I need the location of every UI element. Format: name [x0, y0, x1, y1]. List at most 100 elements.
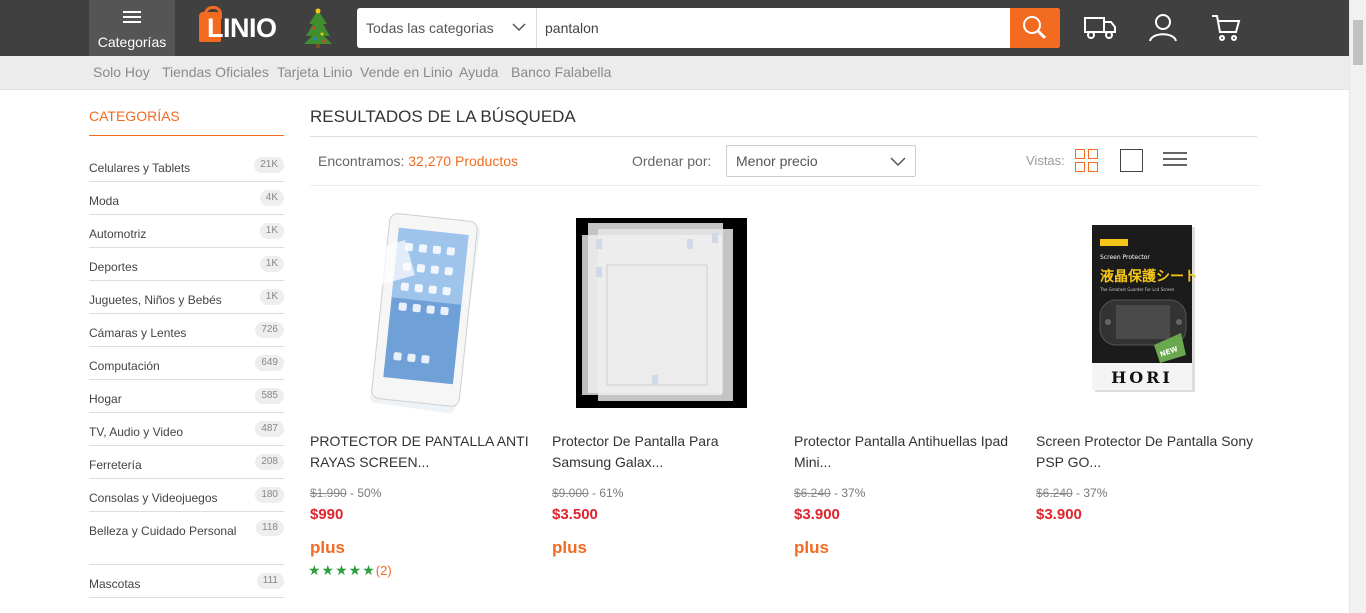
logo-text: LINIO	[207, 13, 277, 43]
nav-solo-hoy[interactable]: Solo Hoy	[93, 64, 150, 80]
product-old-price: $6.240 - 37%	[794, 486, 865, 500]
plus-badge: plus	[794, 538, 829, 557]
single-view-icon[interactable]	[1120, 149, 1143, 172]
category-item[interactable]: Ferretería 208	[89, 446, 284, 479]
chevron-down-icon	[512, 23, 526, 32]
category-item[interactable]: Belleza y Cuidado Personal 118	[89, 512, 284, 565]
sidebar-title: CATEGORÍAS	[89, 108, 180, 124]
old-price-value: $9.000	[552, 486, 589, 500]
category-item[interactable]: Mascotas 111	[89, 565, 284, 598]
category-label: Belleza y Cuidado Personal	[89, 524, 237, 538]
search-category-select[interactable]: Todas las categorias	[357, 8, 537, 48]
results-count-prefix: Encontramos:	[318, 153, 405, 169]
category-count: 1K	[259, 223, 284, 239]
category-item[interactable]: Celulares y Tablets 21K	[89, 149, 284, 182]
category-count: 4K	[259, 190, 284, 206]
category-item[interactable]: Computación 649	[89, 347, 284, 380]
sort-value: Menor precio	[736, 153, 818, 169]
shopping-cart-icon[interactable]	[1210, 12, 1242, 44]
category-item[interactable]: Cámaras y Lentes 726	[89, 314, 284, 347]
category-label: Celulares y Tablets	[89, 161, 191, 175]
category-label: Deportes	[89, 260, 138, 274]
category-label: Cámaras y Lentes	[89, 326, 187, 340]
category-label: Consolas y Videojuegos	[89, 491, 218, 505]
search-bar: Todas las categorias	[357, 8, 1060, 48]
product-image[interactable]	[552, 205, 777, 420]
scrollbar-thumb[interactable]	[1353, 20, 1363, 65]
list-view-icon[interactable]	[1163, 152, 1187, 170]
product-name[interactable]: Screen Protector De Pantalla Sony PSP GO…	[1036, 431, 1261, 473]
hamburger-icon	[123, 11, 141, 23]
secondary-nav: Solo Hoy Tiendas Oficiales Tarjeta Linio…	[0, 56, 1349, 90]
product-price: $3.900	[1036, 506, 1082, 523]
category-count: 585	[255, 388, 284, 404]
category-item[interactable]: Juguetes, Niños y Bebés 1K	[89, 281, 284, 314]
grid-view-icon[interactable]	[1075, 149, 1099, 173]
nav-ayuda[interactable]: Ayuda	[459, 64, 498, 80]
categories-menu-button[interactable]: Categorías	[89, 0, 175, 56]
nav-vende-en-linio[interactable]: Vende en Linio	[360, 64, 453, 80]
category-label: Hogar	[89, 392, 122, 406]
category-count: 180	[255, 487, 284, 503]
category-label: Automotriz	[89, 227, 147, 241]
category-count: 649	[255, 355, 284, 371]
product-image[interactable]	[794, 205, 1019, 420]
sidebar-divider	[89, 135, 284, 136]
product-old-price: $6.240 - 37%	[1036, 486, 1107, 500]
nav-tiendas-oficiales[interactable]: Tiendas Oficiales	[162, 64, 269, 80]
box-jp-text: 液晶保護シート	[1100, 268, 1198, 285]
category-label: TV, Audio y Video	[89, 425, 184, 439]
product-old-price: $1.990 - 50%	[310, 486, 381, 500]
box-sub-text: The Greatest Guarder For Lcd Screen	[1099, 287, 1175, 292]
nav-banco-falabella[interactable]: Banco Falabella	[511, 64, 611, 80]
discount-value: - 61%	[592, 486, 624, 500]
search-input[interactable]	[538, 8, 1009, 48]
category-item[interactable]: Deportes 1K	[89, 248, 284, 281]
views-label: Vistas:	[1026, 153, 1065, 168]
category-count: 1K	[259, 289, 284, 305]
product-old-price: $9.000 - 61%	[552, 486, 623, 500]
product-price: $3.500	[552, 506, 598, 523]
discount-value: - 50%	[350, 486, 382, 500]
category-item[interactable]: Hogar 585	[89, 380, 284, 413]
category-item[interactable]: TV, Audio y Video 487	[89, 413, 284, 446]
sort-select[interactable]: Menor precio	[726, 145, 916, 177]
category-count: 487	[255, 421, 284, 437]
results-count-value: 32,270 Productos	[408, 153, 519, 169]
old-price-value: $6.240	[794, 486, 831, 500]
product-image[interactable]: Screen Protector 液晶保護シート The Greatest Gu…	[1036, 205, 1261, 420]
review-count[interactable]: (2)	[376, 563, 392, 578]
discount-value: - 37%	[834, 486, 866, 500]
category-label: Ferretería	[89, 458, 142, 472]
search-icon	[1023, 16, 1047, 40]
results-title: RESULTADOS DE LA BÚSQUEDA	[310, 107, 576, 126]
product-price: $990	[310, 506, 344, 523]
delivery-truck-icon[interactable]	[1083, 12, 1117, 42]
user-account-icon[interactable]	[1148, 12, 1178, 44]
rating-stars: ★★★★★(2)	[308, 562, 392, 579]
plus-badge: plus	[552, 538, 587, 557]
category-label: Juguetes, Niños y Bebés	[89, 293, 222, 307]
results-divider	[310, 136, 1257, 137]
category-label: Moda	[89, 194, 120, 208]
product-name[interactable]: Protector Pantalla Antihuellas Ipad Mini…	[794, 431, 1019, 473]
sort-label: Ordenar por:	[632, 153, 712, 169]
product-image[interactable]	[310, 205, 535, 420]
search-button[interactable]	[1010, 8, 1060, 48]
category-item[interactable]: Automotriz 1K	[89, 215, 284, 248]
category-item[interactable]: Moda 4K	[89, 182, 284, 215]
box-brand: HORI	[1111, 368, 1173, 387]
category-count: 111	[256, 573, 284, 589]
product-price: $3.900	[794, 506, 840, 523]
nav-tarjeta-linio[interactable]: Tarjeta Linio	[277, 64, 353, 80]
product-name[interactable]: Protector De Pantalla Para Samsung Galax…	[552, 431, 777, 473]
category-item[interactable]: Consolas y Videojuegos 180	[89, 479, 284, 512]
product-name[interactable]: PROTECTOR DE PANTALLA ANTI RAYAS SCREEN.…	[310, 431, 535, 473]
plus-badge: plus	[310, 538, 345, 557]
search-category-value: Todas las categorias	[366, 20, 494, 36]
old-price-value: $1.990	[310, 486, 347, 500]
categories-label: Categorías	[97, 34, 167, 50]
category-count: 21K	[254, 157, 284, 173]
category-count: 726	[255, 322, 284, 338]
page-scrollbar[interactable]	[1349, 0, 1366, 613]
